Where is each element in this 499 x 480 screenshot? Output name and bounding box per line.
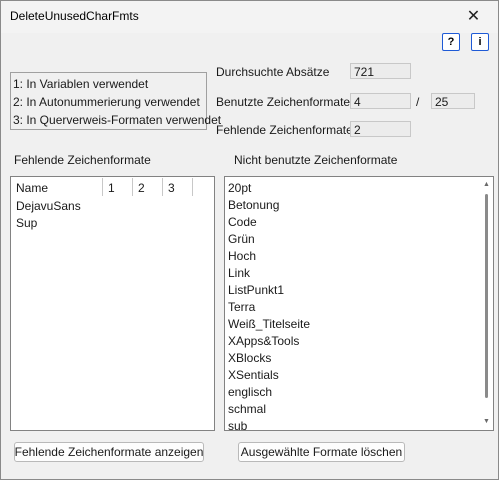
column-separator <box>132 178 133 196</box>
scrollbar-thumb[interactable] <box>485 194 488 398</box>
list-item[interactable]: DejavuSans <box>16 199 81 213</box>
used-formats-separator: / <box>416 95 420 109</box>
show-missing-formats-button[interactable]: Fehlende Zeichenformate anzeigen <box>14 442 204 462</box>
list-item[interactable]: Hoch <box>228 249 256 263</box>
list-item[interactable]: Sup <box>16 216 37 230</box>
delete-selected-formats-button[interactable]: Ausgewählte Formate löschen <box>238 442 405 462</box>
column-header-1[interactable]: 1 <box>108 181 115 195</box>
column-header-3[interactable]: 3 <box>168 181 175 195</box>
used-formats-label: Benutzte Zeichenformate <box>216 95 351 109</box>
info-icon-glyph: i <box>478 36 482 48</box>
list-item[interactable]: XSentials <box>228 368 279 382</box>
list-item[interactable]: 20pt <box>228 181 251 195</box>
legend-line-3: 3: In Querverweis-Formaten verwendet <box>13 113 222 127</box>
scroll-down-arrow-icon[interactable]: ▼ <box>483 418 490 425</box>
title-bar: DeleteUnusedCharFmts ✕ <box>1 1 498 33</box>
legend-line-2: 2: In Autonummerierung verwendet <box>13 95 200 109</box>
missing-formats-list[interactable] <box>10 176 215 431</box>
info-icon[interactable]: i <box>471 33 489 51</box>
column-separator <box>192 178 193 196</box>
searched-paragraphs-label: Durchsuchte Absätze <box>216 65 330 79</box>
column-separator <box>102 178 103 196</box>
missing-list-heading: Fehlende Zeichenformate <box>14 153 151 167</box>
missing-formats-label: Fehlende Zeichenformate <box>216 123 353 137</box>
list-item[interactable]: Grün <box>228 232 255 246</box>
list-item[interactable]: Weiß_Titelseite <box>228 317 310 331</box>
legend-line-1: 1: In Variablen verwendet <box>13 77 149 91</box>
dialog-window: DeleteUnusedCharFmts ✕ ? i 1: In Variabl… <box>0 0 499 480</box>
missing-formats-value: 2 <box>350 121 411 137</box>
searched-paragraphs-value: 721 <box>350 63 411 79</box>
legend-box: 1: In Variablen verwendet 2: In Autonumm… <box>10 72 221 130</box>
show-missing-formats-label: Fehlende Zeichenformate anzeigen <box>14 445 204 459</box>
help-icon[interactable]: ? <box>442 33 460 51</box>
list-item[interactable]: englisch <box>228 385 272 399</box>
used-formats-total: 25 <box>431 93 475 109</box>
list-item[interactable]: schmal <box>228 402 266 416</box>
used-formats-value: 4 <box>350 93 411 109</box>
window-title: DeleteUnusedCharFmts <box>10 9 139 23</box>
help-icon-glyph: ? <box>447 36 455 48</box>
column-separator <box>162 178 163 196</box>
list-item[interactable]: Link <box>228 266 250 280</box>
column-header-2[interactable]: 2 <box>138 181 145 195</box>
list-item[interactable]: sub <box>228 419 247 433</box>
delete-selected-formats-label: Ausgewählte Formate löschen <box>240 445 403 459</box>
list-item[interactable]: XBlocks <box>228 351 271 365</box>
unused-list-heading: Nicht benutzte Zeichenformate <box>234 153 398 167</box>
column-header-name[interactable]: Name <box>16 181 48 195</box>
close-button[interactable]: ✕ <box>449 1 498 31</box>
list-item[interactable]: ListPunkt1 <box>228 283 284 297</box>
list-item[interactable]: Betonung <box>228 198 279 212</box>
list-item[interactable]: Code <box>228 215 257 229</box>
list-item[interactable]: Terra <box>228 300 255 314</box>
list-item[interactable]: XApps&Tools <box>228 334 299 348</box>
scroll-up-arrow-icon[interactable]: ▲ <box>483 181 490 188</box>
